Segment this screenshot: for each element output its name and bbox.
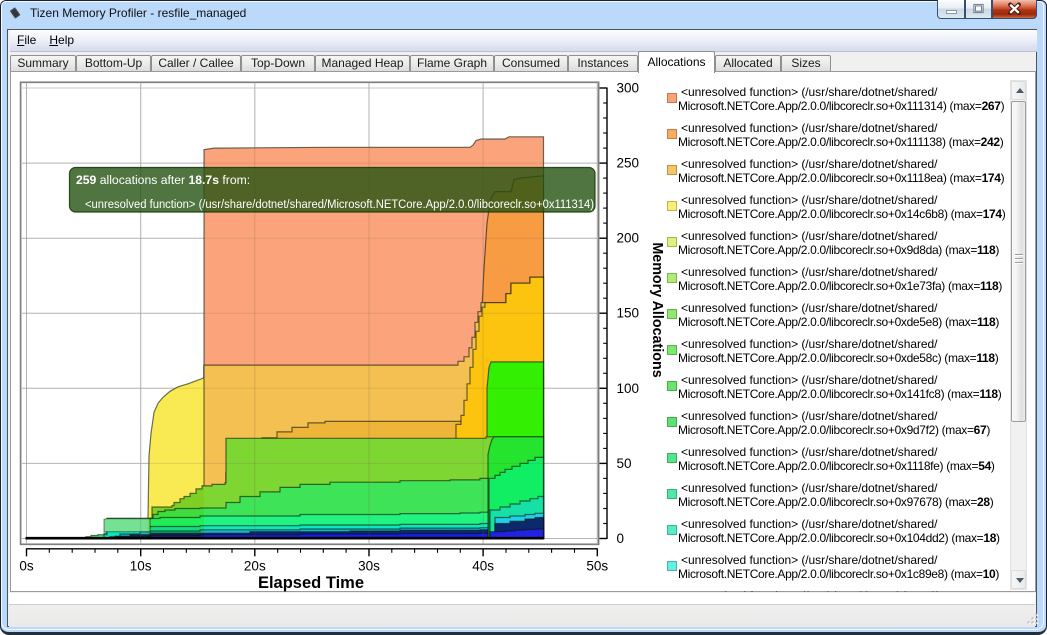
svg-text:40s: 40s (472, 559, 494, 574)
svg-text:0: 0 (617, 531, 625, 546)
svg-text:100: 100 (617, 381, 640, 396)
svg-text:30s: 30s (358, 559, 380, 574)
svg-text:Elapsed Time: Elapsed Time (258, 574, 364, 592)
svg-text:259 allocations after 18.7s fr: 259 allocations after 18.7s from: (76, 173, 250, 187)
svg-text:300: 300 (617, 81, 640, 96)
svg-text:250: 250 (617, 156, 640, 171)
svg-text:20s: 20s (244, 559, 266, 574)
svg-text:50s: 50s (586, 559, 608, 574)
svg-text:200: 200 (617, 231, 640, 246)
svg-text:10s: 10s (130, 559, 152, 574)
svg-text:<unresolved function> (/usr/sh: <unresolved function> (/usr/share/dotnet… (85, 197, 594, 211)
svg-text:150: 150 (617, 306, 640, 321)
svg-text:0s: 0s (19, 559, 34, 574)
svg-text:50: 50 (617, 456, 632, 471)
